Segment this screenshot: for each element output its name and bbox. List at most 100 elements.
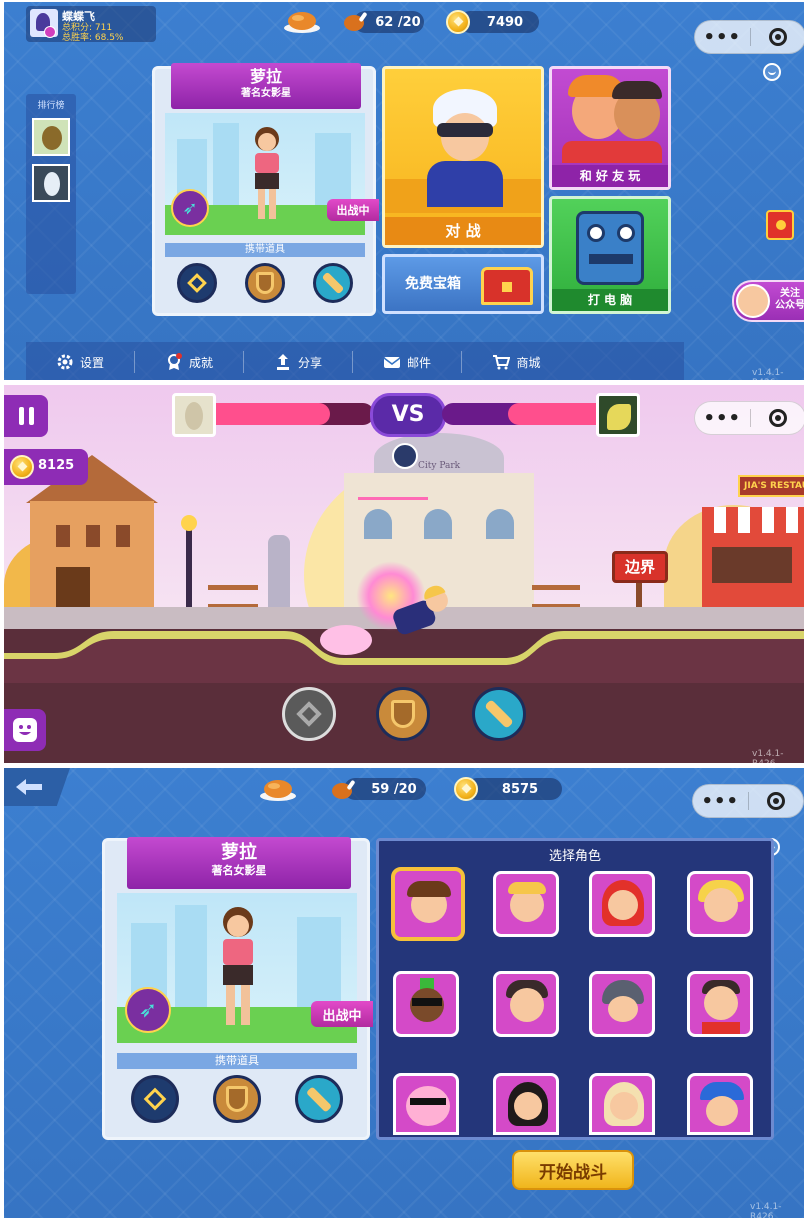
- enemy-avatar-frame: [596, 393, 640, 437]
- roast-chicken-icon: [260, 780, 296, 801]
- crystal-item-icon[interactable]: [177, 263, 217, 303]
- character-card[interactable]: 萝拉 著名女影星 ➶ 出战中 携带道具: [102, 837, 373, 1140]
- bandage-item-icon[interactable]: [313, 263, 353, 303]
- skill-shield-button[interactable]: [376, 687, 430, 741]
- friends-label: 和 好 友 玩: [552, 165, 668, 187]
- pause-button[interactable]: [4, 395, 48, 437]
- more-dots-icon[interactable]: •••: [693, 791, 748, 812]
- arrow-skill-icon: ➶: [125, 987, 171, 1033]
- close-miniprogram-icon[interactable]: [750, 409, 804, 427]
- wechat-menu-capsule[interactable]: •••: [694, 20, 804, 54]
- items-label: 携带道具: [165, 243, 365, 257]
- character-slot-red-shirt-man[interactable]: [687, 971, 753, 1037]
- nav-shop[interactable]: 商城: [462, 351, 571, 373]
- character-name: 萝拉: [249, 67, 282, 86]
- mail-icon: [383, 357, 401, 368]
- bench-right: [532, 585, 580, 609]
- free-chest-tile[interactable]: 免费宝箱: [382, 254, 544, 314]
- player-win-rate: 总胜率: 68.5%: [62, 33, 124, 43]
- character-ribbon: 萝拉 著名女影星: [127, 837, 351, 889]
- emoji-button[interactable]: [4, 709, 46, 751]
- wechat-menu-capsule[interactable]: •••: [692, 784, 804, 818]
- leaderboard-avatar-1[interactable]: [32, 118, 70, 156]
- coin-counter: 8575: [466, 778, 562, 800]
- arrow-projectile: [358, 497, 428, 500]
- character-title: 著名女影星: [241, 88, 291, 99]
- character-figure: [213, 907, 263, 1031]
- location-pin-icon: [392, 443, 418, 469]
- nav-settings[interactable]: 设置: [26, 351, 135, 373]
- more-dots-icon[interactable]: •••: [695, 408, 750, 429]
- arrow-skill-icon: ➶: [171, 189, 209, 227]
- character-slot-pink-pig[interactable]: [393, 1073, 459, 1135]
- nav-share[interactable]: 分享: [244, 351, 353, 373]
- follow-label: 关注 公众号: [775, 288, 804, 311]
- nav-achievements[interactable]: 成就: [135, 351, 244, 373]
- character-slot-blonde-hero[interactable]: [687, 871, 753, 937]
- player-info[interactable]: 蝶蝶飞 总积分: 711 总胜率: 68.5%: [26, 6, 156, 43]
- character-slot-curler-lady[interactable]: [493, 971, 559, 1037]
- character-slot-blonde-lady[interactable]: [589, 1073, 655, 1135]
- skill-bandage-button[interactable]: [472, 687, 526, 741]
- medal-icon: [167, 353, 182, 370]
- character-slot-red-hood[interactable]: [589, 871, 655, 937]
- character-card[interactable]: 萝拉 著名女影星 ➶ 出战中 携带道具: [152, 63, 379, 316]
- red-envelope-icon[interactable]: [766, 210, 794, 240]
- character-slot-dark-hair-lady[interactable]: [493, 1073, 559, 1135]
- character-slot-president[interactable]: [493, 871, 559, 937]
- player-avatar-frame: [172, 393, 216, 437]
- version-label: v1.4.1-R426: [752, 749, 784, 763]
- shield-item-icon[interactable]: [245, 263, 285, 303]
- drumstick-icon: [332, 780, 355, 799]
- roast-chicken-icon: [284, 12, 320, 33]
- character-slot-cap-boy[interactable]: [687, 1073, 753, 1135]
- player-avatar: [30, 9, 58, 38]
- city-park-label: City Park: [418, 461, 461, 471]
- statue-silhouette: [268, 535, 290, 611]
- wechat-menu-capsule[interactable]: •••: [694, 401, 804, 435]
- character-slot-green-mohawk[interactable]: [393, 971, 459, 1037]
- shield-item-icon[interactable]: [213, 1075, 261, 1123]
- follow-account-button[interactable]: 关注 公众号: [732, 280, 804, 322]
- character-name: 萝拉: [221, 842, 257, 863]
- character-figure: [247, 127, 287, 225]
- in-battle-badge: 出战中: [311, 1001, 373, 1027]
- smiley-icon: [13, 718, 37, 742]
- nav-mail[interactable]: 邮件: [353, 351, 462, 373]
- skill-crystal-button[interactable]: [282, 687, 336, 741]
- select-character-title: 选择角色: [548, 849, 601, 864]
- battle-label-bar: 对 战: [385, 217, 541, 245]
- battle-tile[interactable]: 对 战: [382, 66, 544, 248]
- back-button[interactable]: [4, 768, 70, 806]
- close-miniprogram-icon[interactable]: [748, 792, 803, 810]
- robot-icon: [576, 211, 644, 285]
- coin-icon: [10, 455, 34, 479]
- crystal-item-icon[interactable]: [131, 1075, 179, 1123]
- computer-label: 打 电 脑: [552, 289, 668, 311]
- coin-counter: 7490: [459, 11, 539, 33]
- coin-icon: [446, 10, 470, 34]
- feedback-icon[interactable]: [763, 63, 781, 81]
- close-miniprogram-icon[interactable]: [750, 28, 804, 46]
- drumstick-icon: [344, 12, 367, 31]
- bottom-nav-bar: 设置 成就 分享 邮件 商城: [26, 342, 684, 380]
- bandage-item-icon[interactable]: [295, 1075, 343, 1123]
- more-dots-icon[interactable]: •••: [695, 27, 750, 48]
- share-icon: [276, 354, 289, 370]
- character-slot-helmet-soldier[interactable]: [589, 971, 655, 1037]
- start-battle-button[interactable]: 开始战斗: [512, 1150, 634, 1190]
- character-ribbon: 萝拉 著名女影星: [171, 63, 361, 109]
- follow-avatar: [736, 284, 770, 318]
- cart-icon: [493, 355, 511, 370]
- play-vs-computer-tile[interactable]: 打 电 脑: [549, 196, 671, 314]
- leaderboard-label: 排行榜: [37, 101, 65, 111]
- leaderboard-panel[interactable]: 排行榜: [26, 94, 76, 294]
- items-label: 携带道具: [117, 1053, 357, 1069]
- gear-icon: [57, 354, 73, 370]
- play-with-friends-tile[interactable]: 和 好 友 玩: [549, 66, 671, 190]
- restaurant-building: [702, 507, 804, 612]
- leaderboard-avatar-2[interactable]: [32, 164, 70, 202]
- coin-count: 8125: [38, 458, 75, 473]
- in-battle-badge: 出战中: [327, 199, 379, 221]
- character-slot-lara[interactable]: [391, 867, 465, 941]
